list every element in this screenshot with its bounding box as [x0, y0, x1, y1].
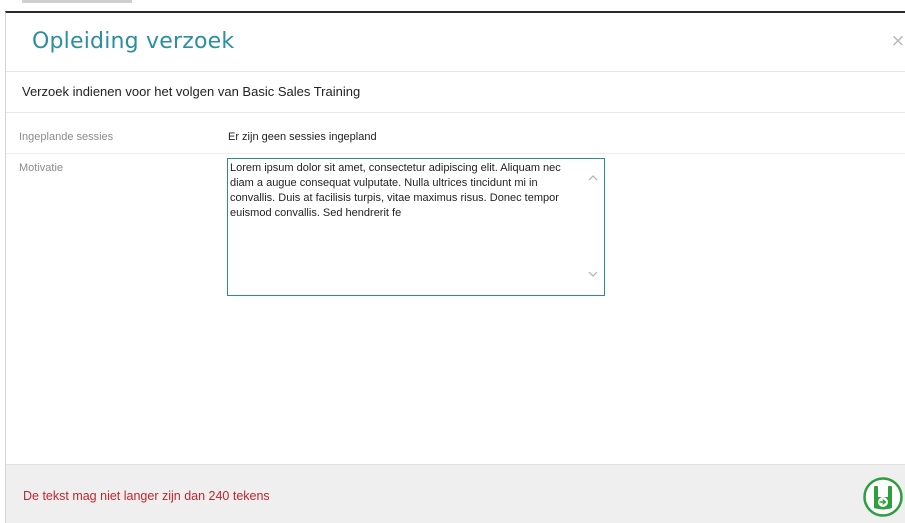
modal-subtitle-row: Verzoek indienen voor het volgen van Bas…	[6, 72, 905, 113]
modal-title: Opleiding verzoek	[32, 29, 235, 54]
validation-error-message: De tekst mag niet langer zijn dan 240 te…	[23, 489, 270, 503]
sessions-value: Er zijn geen sessies ingepland	[228, 131, 377, 143]
sessions-row: Ingeplande sessies Er zijn geen sessies …	[6, 123, 905, 154]
training-request-modal: Opleiding verzoek × Verzoek indienen voo…	[5, 11, 905, 523]
motivation-textarea[interactable]: Lorem ipsum dolor sit amet, consectetur …	[230, 161, 580, 291]
motivation-row: Motivatie Lorem ipsum dolor sit amet, co…	[6, 154, 905, 304]
background-fragment	[22, 0, 132, 3]
motivation-label: Motivatie	[19, 162, 64, 174]
modal-header: Opleiding verzoek ×	[6, 13, 905, 72]
modal-footer: De tekst mag niet langer zijn dan 240 te…	[6, 464, 905, 523]
scroll-down-icon[interactable]	[588, 269, 598, 279]
app-screen: Opleiding verzoek × Verzoek indienen voo…	[0, 0, 905, 523]
submit-request-icon[interactable]	[863, 477, 903, 517]
close-icon[interactable]: ×	[890, 31, 905, 51]
motivation-field-frame: Lorem ipsum dolor sit amet, consectetur …	[227, 158, 605, 296]
modal-subtitle: Verzoek indienen voor het volgen van Bas…	[22, 84, 361, 99]
scroll-up-icon[interactable]	[588, 173, 598, 183]
sessions-label: Ingeplande sessies	[19, 131, 114, 143]
